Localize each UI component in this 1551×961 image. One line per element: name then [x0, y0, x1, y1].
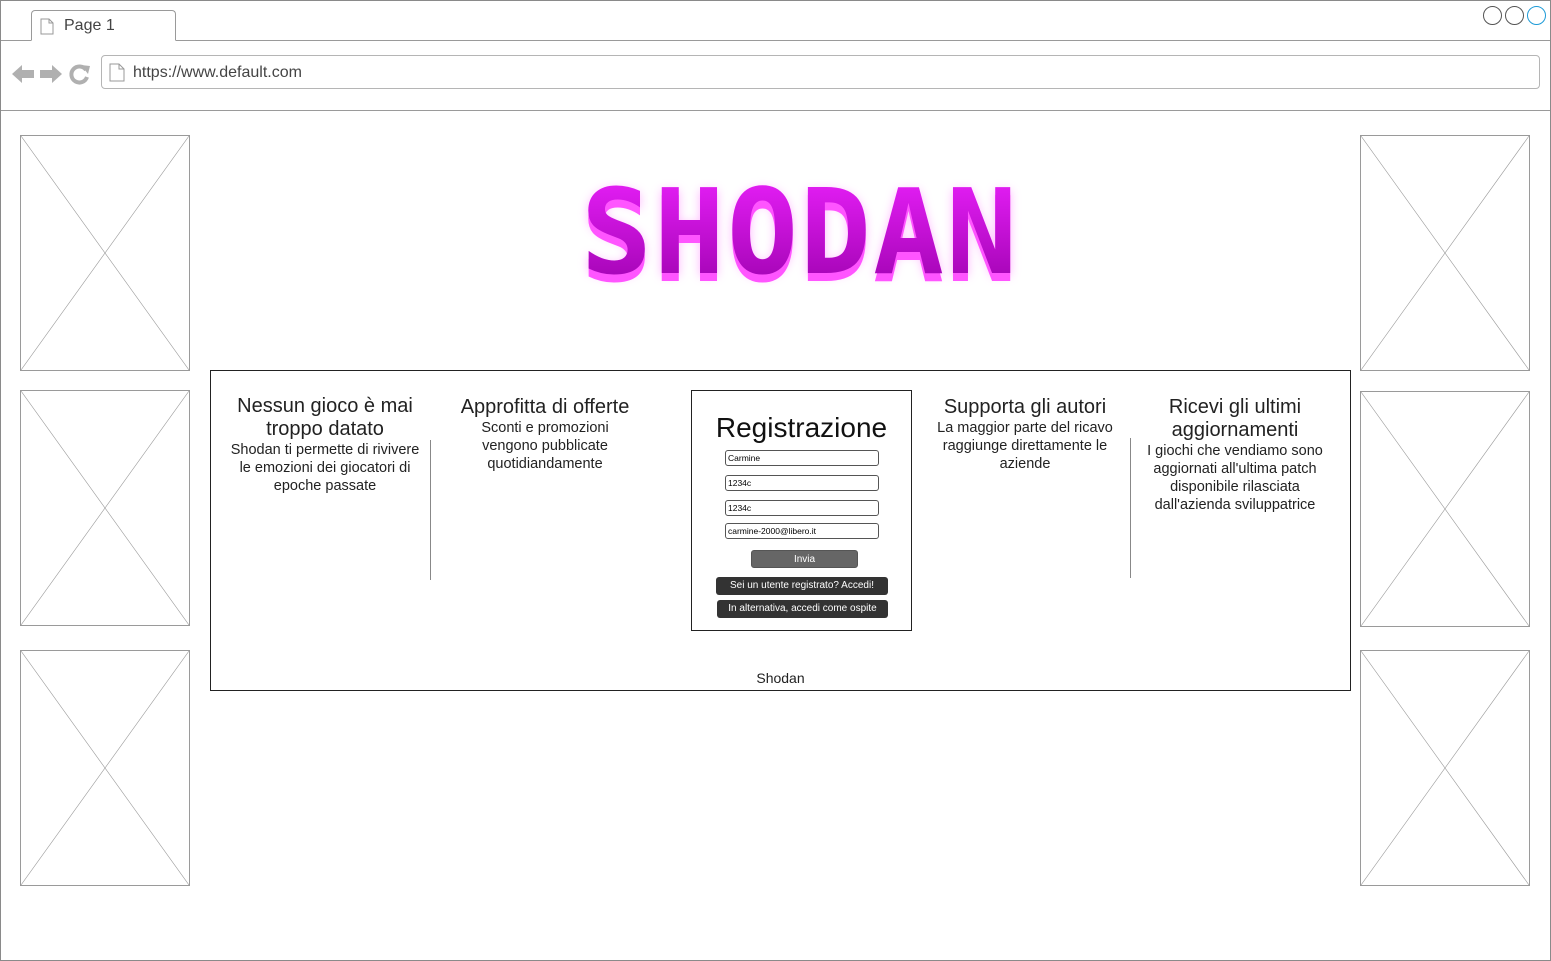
feature-heading: Approfitta di offerte	[460, 396, 630, 418]
close-icon[interactable]	[1527, 6, 1546, 25]
divider	[430, 440, 431, 580]
reload-icon[interactable]	[67, 62, 91, 91]
back-arrow-icon[interactable]	[11, 63, 35, 90]
feature-column: Nessun gioco è mai troppo datato Shodan …	[229, 395, 421, 495]
page-icon	[109, 63, 125, 87]
feature-heading: Supporta gli autori	[943, 396, 1107, 418]
tab-label: Page 1	[64, 17, 115, 34]
minimize-icon[interactable]	[1483, 6, 1502, 25]
feature-column: Approfitta di offerte Sconti e promozion…	[450, 396, 640, 473]
forward-arrow-icon[interactable]	[39, 63, 63, 90]
shodan-logo: SHODAN SHODAN SHODAN	[555, 163, 1045, 309]
logo-text: SHODAN	[581, 170, 1019, 300]
divider	[1130, 438, 1131, 578]
image-placeholder	[20, 650, 190, 886]
navigation-bar: https://www.default.com	[1, 41, 1550, 111]
guest-login-button[interactable]: In alternativa, accedi come ospite	[717, 600, 888, 618]
confirm-password-field[interactable]	[725, 500, 879, 516]
image-placeholder	[1360, 135, 1530, 371]
feature-heading: Ricevi gli ultimi aggiornamenti	[1168, 396, 1302, 441]
image-placeholder	[20, 390, 190, 626]
feature-text: Shodan ti permette di rivivere le emozio…	[230, 442, 420, 494]
login-button[interactable]: Sei un utente registrato? Accedi!	[716, 577, 888, 595]
tab-bar: Page 1	[1, 1, 1550, 41]
registration-title: Registrazione	[715, 412, 888, 443]
feature-heading: Nessun gioco è mai troppo datato	[237, 395, 413, 440]
footer-text: Shodan	[756, 670, 805, 686]
feature-text: Sconti e promozioni vengono pubblicate q…	[481, 420, 609, 472]
image-placeholder	[1360, 650, 1530, 886]
image-placeholder	[1360, 391, 1530, 627]
browser-tab[interactable]: Page 1	[31, 10, 176, 41]
nav-buttons	[11, 62, 91, 91]
submit-button[interactable]: Invia	[751, 550, 858, 568]
feature-text: La maggior parte del ricavo raggiunge di…	[937, 420, 1113, 472]
page-icon	[40, 18, 54, 40]
main-content: Nessun gioco è mai troppo datato Shodan …	[210, 370, 1351, 691]
feature-column: Supporta gli autori La maggior parte del…	[930, 396, 1120, 473]
maximize-icon[interactable]	[1505, 6, 1524, 25]
window-controls	[1483, 6, 1546, 25]
name-field[interactable]	[725, 450, 879, 466]
feature-text: I giochi che vendiamo sono aggiornati al…	[1147, 443, 1323, 513]
url-text: https://www.default.com	[133, 64, 302, 81]
image-placeholder	[20, 135, 190, 371]
feature-column: Ricevi gli ultimi aggiornamenti I giochi…	[1140, 396, 1330, 514]
registration-form: Registrazione Invia Sei un utente regist…	[691, 390, 912, 631]
address-bar[interactable]: https://www.default.com	[101, 55, 1540, 89]
password-field[interactable]	[725, 475, 879, 491]
email-field[interactable]	[725, 523, 879, 539]
